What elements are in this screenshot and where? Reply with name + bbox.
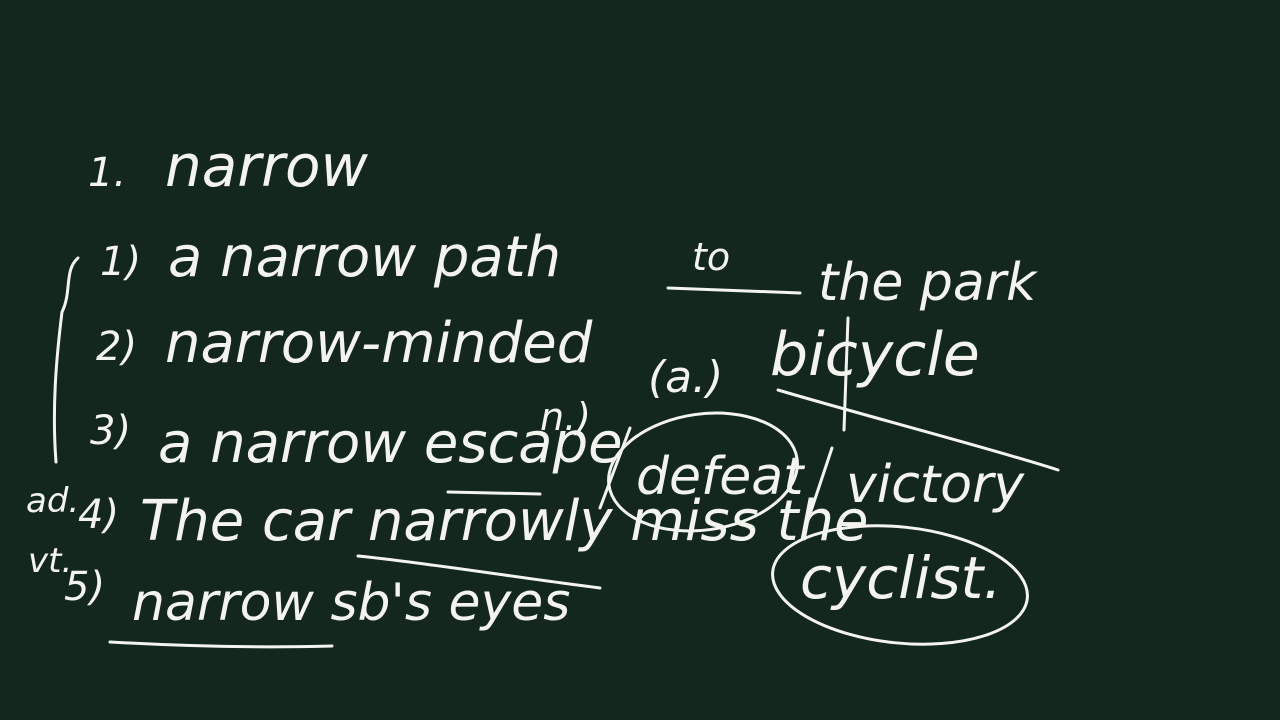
- item-1-tail: the park: [818, 253, 1038, 313]
- narrow-underline: [108, 640, 334, 649]
- item-4-number: 4): [78, 492, 119, 538]
- item-5-number: 5): [64, 564, 105, 610]
- item-4-prefix: ad.: [26, 481, 79, 521]
- item-1-blank-line: [666, 286, 802, 295]
- item-2-number: 2): [96, 324, 137, 370]
- item-1-number: 1): [100, 239, 141, 285]
- left-brace: [52, 256, 80, 464]
- item-1-extra: to: [692, 235, 730, 279]
- item-3-alt2: victory: [846, 455, 1025, 515]
- item-3-pos: n.): [540, 395, 591, 439]
- line-1-number: 1.: [88, 150, 126, 196]
- handwriting-canvas: 1. narrow 1) a narrow path to the park 2…: [26, 132, 1060, 649]
- item-1-text: a narrow path: [168, 225, 561, 290]
- item-2-word: bicycle: [770, 320, 980, 390]
- item-3-number: 3): [90, 408, 131, 454]
- item-4-text: The car narrowly miss the: [140, 489, 868, 554]
- item-4-word: cyclist.: [800, 544, 1002, 612]
- chalkboard: 1. narrow 1) a narrow path to the park 2…: [0, 0, 1280, 720]
- item-5-text: narrow sb's eyes: [132, 573, 570, 633]
- line-1-text: narrow: [165, 132, 368, 200]
- item-2-pos: (a.): [648, 352, 723, 403]
- item-2-text: narrow-minded: [165, 311, 593, 376]
